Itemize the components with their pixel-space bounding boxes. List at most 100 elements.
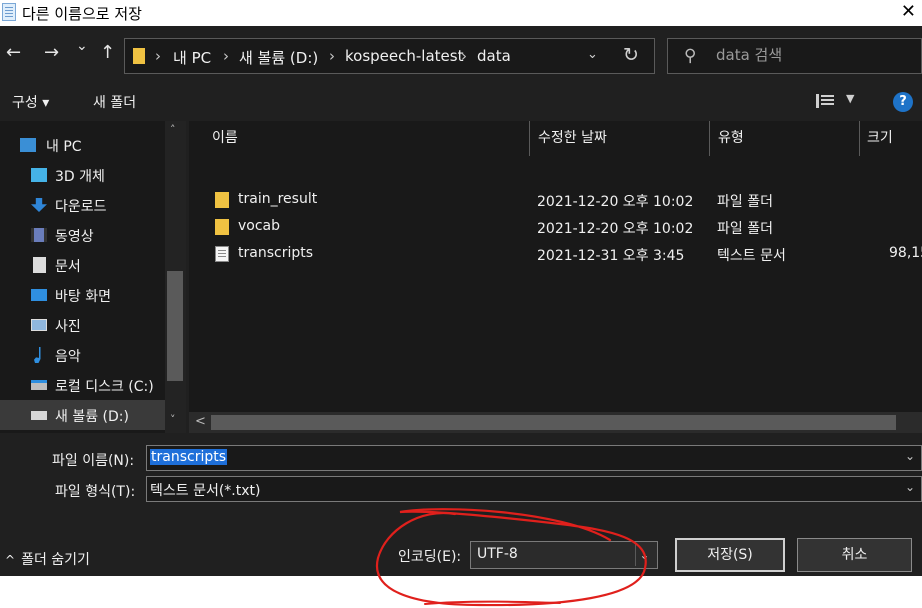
search-box[interactable]: ⚲ (667, 38, 922, 74)
file-list: ˄ 이름 수정한 날짜 유형 크기 train_result 2021-12-2… (189, 121, 922, 433)
text-document-icon (215, 246, 229, 262)
chevron-down-icon[interactable]: ⌄ (635, 544, 653, 566)
breadcrumb-data[interactable]: data (477, 47, 511, 65)
file-size: 98,15 (889, 245, 922, 261)
scroll-up-icon[interactable]: ˄ (170, 123, 176, 136)
organize-menu[interactable]: 구성 ▾ (12, 92, 49, 112)
folder-icon (133, 48, 145, 64)
sidebar-item-this-pc[interactable]: 내 PC (0, 130, 165, 160)
sidebar-item-music[interactable]: 음악 (0, 340, 165, 370)
file-name: train_result (238, 191, 318, 207)
chevron-up-icon: ^ (5, 553, 16, 567)
sidebar-item-label: 내 PC (46, 139, 82, 155)
sidebar-item-label: 바탕 화면 (55, 289, 111, 305)
help-icon[interactable]: ? (893, 92, 913, 112)
view-options-dropdown[interactable]: ▼ (846, 92, 854, 105)
encoding-label: 인코딩(E): (398, 549, 462, 565)
scrollbar-thumb[interactable] (167, 271, 183, 381)
sidebar-item-label: 사진 (55, 319, 81, 335)
encoding-select[interactable]: UTF-8 ⌄ (470, 541, 658, 569)
file-modified: 2021-12-20 오후 10:02 (537, 194, 694, 210)
file-type: 파일 폴더 (717, 194, 773, 210)
scroll-left-icon[interactable]: < (195, 414, 206, 429)
search-icon: ⚲ (684, 46, 697, 66)
filename-input[interactable]: transcripts ⌄ (146, 445, 922, 471)
computer-icon (20, 138, 36, 152)
encoding-value: UTF-8 (477, 546, 518, 562)
sidebar-item-pictures[interactable]: 사진 (0, 310, 165, 340)
filetype-value: 텍스트 문서(*.txt) (150, 483, 261, 499)
column-header-name[interactable]: 이름 (212, 127, 238, 147)
file-type: 파일 폴더 (717, 221, 773, 237)
file-row[interactable]: vocab 2021-12-20 오후 10:02 파일 폴더 (205, 215, 922, 241)
sidebar-item-desktop[interactable]: 바탕 화면 (0, 280, 165, 310)
chevron-down-icon[interactable]: ⌄ (905, 480, 915, 494)
sidebar-item-3d-objects[interactable]: 3D 개체 (0, 160, 165, 190)
navigation-pane: 내 PC 3D 개체 다운로드 동영상 문서 바탕 화면 사진 음악 로컬 디스… (0, 121, 186, 433)
drive-icon (31, 380, 47, 390)
cancel-button[interactable]: 취소 (797, 538, 912, 572)
file-row[interactable]: transcripts 2021-12-31 오후 3:45 텍스트 문서 98… (205, 242, 922, 268)
drive-icon (31, 411, 47, 420)
sidebar-item-label: 로컬 디스크 (C:) (55, 379, 154, 395)
folder-icon (215, 219, 229, 235)
new-folder-button[interactable]: 새 폴더 (93, 92, 136, 112)
sidebar-item-label: 음악 (55, 349, 81, 365)
column-divider[interactable] (529, 121, 530, 156)
music-icon (34, 347, 41, 363)
filename-label: 파일 이름(N): (52, 453, 135, 469)
window-bottom-margin (0, 576, 922, 608)
filetype-select[interactable]: 텍스트 문서(*.txt) ⌄ (146, 476, 922, 502)
filetype-label: 파일 형식(T): (55, 484, 136, 500)
file-modified: 2021-12-20 오후 10:02 (537, 221, 694, 237)
save-as-dialog: ← → ⌄ ↑ › 내 PC › 새 볼륨 (D:) › kospeech-la… (0, 26, 922, 576)
back-button[interactable]: ← (6, 42, 21, 63)
notepad-icon (2, 3, 16, 21)
sidebar-item-label: 동영상 (55, 229, 94, 245)
sidebar-item-downloads[interactable]: 다운로드 (0, 190, 165, 220)
column-header-type[interactable]: 유형 (718, 127, 744, 147)
breadcrumb-volume-d[interactable]: 새 볼륨 (D:) (239, 47, 318, 68)
view-details-icon[interactable] (816, 94, 834, 108)
file-type: 텍스트 문서 (717, 248, 786, 264)
up-button[interactable]: ↑ (100, 42, 115, 63)
cube-icon (31, 168, 47, 182)
download-icon (31, 198, 47, 212)
refresh-icon[interactable]: ↻ (623, 44, 639, 66)
sidebar-scrollbar[interactable]: ˄ ˅ (165, 121, 186, 433)
file-row[interactable]: train_result 2021-12-20 오후 10:02 파일 폴더 (205, 188, 922, 214)
scroll-down-icon[interactable]: ˅ (170, 413, 176, 426)
sidebar-item-label: 새 볼륨 (D:) (55, 409, 129, 425)
column-divider[interactable] (859, 121, 860, 156)
address-bar[interactable]: › 내 PC › 새 볼륨 (D:) › kospeech-latest › d… (124, 38, 655, 74)
window-title: 다른 이름으로 저장 (22, 5, 142, 23)
scrollbar-thumb[interactable] (211, 415, 896, 430)
horizontal-scrollbar[interactable]: < (189, 412, 922, 433)
sidebar-item-documents[interactable]: 문서 (0, 250, 165, 280)
close-button[interactable]: ✕ (901, 1, 916, 22)
breadcrumb-separator: › (223, 47, 229, 65)
video-icon (31, 228, 47, 242)
breadcrumb-this-pc[interactable]: 내 PC (173, 47, 211, 68)
folder-icon (215, 192, 229, 208)
sidebar-item-label: 다운로드 (55, 199, 107, 215)
forward-button[interactable]: → (44, 42, 59, 63)
sidebar-item-videos[interactable]: 동영상 (0, 220, 165, 250)
file-name: vocab (238, 218, 281, 234)
column-divider[interactable] (709, 121, 710, 156)
recent-locations-button[interactable]: ⌄ (76, 38, 88, 54)
address-dropdown-icon[interactable]: ⌄ (587, 47, 598, 62)
search-input[interactable] (716, 46, 906, 64)
breadcrumb-separator: › (329, 47, 335, 65)
column-header-size[interactable]: 크기 (867, 127, 893, 147)
breadcrumb-kospeech-latest[interactable]: kospeech-latest (345, 47, 463, 65)
column-header-modified[interactable]: 수정한 날짜 (538, 127, 607, 147)
sidebar-item-local-disk-c[interactable]: 로컬 디스크 (C:) (0, 370, 165, 400)
sort-ascending-icon: ˄ (360, 121, 366, 130)
sidebar-item-volume-d[interactable]: 새 볼륨 (D:) (0, 400, 165, 430)
pictures-icon (31, 319, 47, 331)
desktop-icon (31, 289, 47, 301)
save-button[interactable]: 저장(S) (675, 538, 785, 572)
hide-folders-button[interactable]: ^ 폴더 숨기기 (5, 549, 90, 569)
chevron-down-icon[interactable]: ⌄ (905, 449, 915, 463)
